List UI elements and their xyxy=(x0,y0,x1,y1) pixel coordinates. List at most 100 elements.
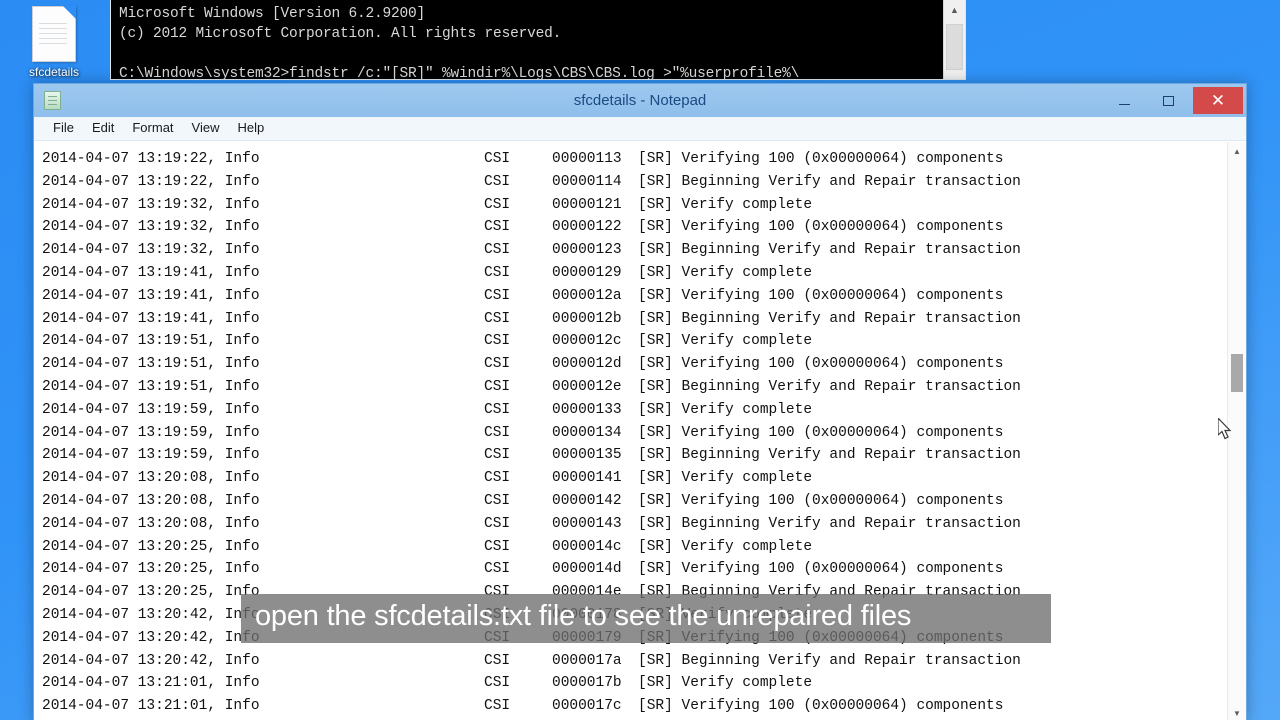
scroll-up-icon[interactable]: ▲ xyxy=(1228,142,1246,161)
log-message: [SR] Verifying 100 (0x00000064) componen… xyxy=(638,356,1004,373)
window-controls: ✕ xyxy=(1102,84,1246,117)
log-id: 0000014c xyxy=(552,538,622,555)
log-line: 2014-04-07 13:19:59, Info CSI 00000134 [SR]… xyxy=(42,422,1227,445)
log-message: [SR] Verifying 100 (0x00000064) componen… xyxy=(638,219,1004,236)
log-source: CSI xyxy=(484,652,511,669)
log-id: 0000012d xyxy=(552,356,622,373)
desktop-background: sfcdetails Microsoft Windows [Version 6.… xyxy=(0,0,1280,720)
log-timestamp: 2014-04-07 13:19:41, Info xyxy=(42,310,260,327)
log-source: CSI xyxy=(484,173,511,190)
log-id: 00000141 xyxy=(552,470,622,487)
log-source: CSI xyxy=(484,538,511,555)
log-line: 2014-04-07 13:21:01, Info CSI 0000017c [SR]… xyxy=(42,695,1227,718)
log-timestamp: 2014-04-07 13:20:08, Info xyxy=(42,470,260,487)
menu-item-format[interactable]: Format xyxy=(125,118,184,139)
log-message: [SR] Verify complete xyxy=(638,538,813,555)
log-line: 2014-04-07 13:19:41, Info CSI 0000012a [SR]… xyxy=(42,285,1227,308)
log-message: [SR] Beginning Verify and Repair transac… xyxy=(638,242,1021,259)
log-source: CSI xyxy=(484,356,511,373)
log-line: 2014-04-07 13:19:51, Info CSI 0000012e [SR]… xyxy=(42,376,1227,399)
log-timestamp: 2014-04-07 13:19:41, Info xyxy=(42,264,260,281)
log-id: 00000114 xyxy=(552,173,622,190)
minimize-icon xyxy=(1118,103,1130,106)
log-timestamp: 2014-04-07 13:20:08, Info xyxy=(42,515,260,532)
maximize-icon xyxy=(1162,95,1174,106)
log-source: CSI xyxy=(484,424,511,441)
log-source: CSI xyxy=(484,287,511,304)
log-timestamp: 2014-04-07 13:19:59, Info xyxy=(42,447,260,464)
log-message: [SR] Verify complete xyxy=(638,675,813,692)
menu-item-file[interactable]: File xyxy=(46,118,85,139)
log-message: [SR] Verifying 100 (0x00000064) componen… xyxy=(638,492,1004,509)
log-id: 0000017a xyxy=(552,652,622,669)
log-line: 2014-04-07 13:21:01, Info CSI 0000017b [SR]… xyxy=(42,672,1227,695)
window-title: sfcdetails - Notepad xyxy=(573,92,707,109)
log-message: [SR] Verify complete xyxy=(638,196,813,213)
maximize-button[interactable] xyxy=(1146,87,1190,114)
log-message: [SR] Beginning Verify and Repair transac… xyxy=(638,652,1021,669)
log-message: [SR] Verify complete xyxy=(638,264,813,281)
log-message: [SR] Verifying 100 (0x00000064) componen… xyxy=(638,151,1004,167)
log-source: CSI xyxy=(484,310,511,327)
log-timestamp: 2014-04-07 13:19:59, Info xyxy=(42,424,260,441)
log-line: 2014-04-07 13:20:08, Info CSI 00000141 [SR]… xyxy=(42,467,1227,490)
mouse-cursor xyxy=(1217,416,1234,442)
log-source: CSI xyxy=(484,401,511,418)
log-line: 2014-04-07 13:20:08, Info CSI 00000143 [SR]… xyxy=(42,513,1227,536)
log-line: 2014-04-07 13:19:32, Info CSI 00000121 [SR]… xyxy=(42,194,1227,217)
log-line: 2014-04-07 13:19:41, Info CSI 0000012b [SR]… xyxy=(42,308,1227,331)
log-id: 00000134 xyxy=(552,424,622,441)
log-timestamp: 2014-04-07 13:19:51, Info xyxy=(42,333,260,350)
log-timestamp: 2014-04-07 13:19:59, Info xyxy=(42,401,260,418)
log-source: CSI xyxy=(484,242,511,259)
scrollbar-thumb[interactable] xyxy=(1231,354,1243,392)
log-id: 0000012c xyxy=(552,333,622,350)
command-prompt-window[interactable]: Microsoft Windows [Version 6.2.9200] (c)… xyxy=(110,0,966,80)
log-message: [SR] Verify complete xyxy=(638,470,813,487)
log-timestamp: 2014-04-07 13:20:25, Info xyxy=(42,561,260,578)
log-timestamp: 2014-04-07 13:19:51, Info xyxy=(42,356,260,373)
log-line: 2014-04-07 13:20:08, Info CSI 00000142 [SR]… xyxy=(42,490,1227,513)
log-timestamp: 2014-04-07 13:19:32, Info xyxy=(42,219,260,236)
log-id: 0000017c xyxy=(552,698,622,715)
scroll-down-icon[interactable]: ▼ xyxy=(1228,704,1246,720)
log-message: [SR] Verifying 100 (0x00000064) componen… xyxy=(638,561,1004,578)
log-source: CSI xyxy=(484,264,511,281)
log-source: CSI xyxy=(484,698,511,715)
log-message: [SR] Verify complete xyxy=(638,401,813,418)
log-line: 2014-04-07 13:19:22, Info CSI 00000113 [SR]… xyxy=(42,148,1227,171)
command-prompt-console-text: Microsoft Windows [Version 6.2.9200] (c)… xyxy=(119,6,800,80)
log-source: CSI xyxy=(484,219,511,236)
command-prompt-scroll-up-icon[interactable]: ▲ xyxy=(944,0,965,20)
notepad-icon xyxy=(44,91,61,110)
menu-item-view[interactable]: View xyxy=(185,118,231,139)
log-source: CSI xyxy=(484,333,511,350)
log-timestamp: 2014-04-07 13:19:32, Info xyxy=(42,196,260,213)
command-prompt-scroll-thumb[interactable] xyxy=(946,24,963,70)
log-line: 2014-04-07 13:19:41, Info CSI 00000129 [SR]… xyxy=(42,262,1227,285)
log-timestamp: 2014-04-07 13:19:22, Info xyxy=(42,173,260,190)
subtitle-caption: open the sfcdetails.txt file to see the … xyxy=(241,594,1051,643)
desktop-icon-label: sfcdetails xyxy=(28,65,80,79)
log-timestamp: 2014-04-07 13:19:32, Info xyxy=(42,242,260,259)
log-source: CSI xyxy=(484,470,511,487)
log-id: 00000123 xyxy=(552,242,622,259)
minimize-button[interactable] xyxy=(1102,87,1146,114)
log-id: 00000121 xyxy=(552,196,622,213)
log-id: 00000129 xyxy=(552,264,622,281)
log-message: [SR] Verify complete xyxy=(638,333,813,350)
log-message: [SR] Verifying 100 (0x00000064) componen… xyxy=(638,698,1004,715)
menu-item-help[interactable]: Help xyxy=(230,118,275,139)
log-message: [SR] Beginning Verify and Repair transac… xyxy=(638,515,1021,532)
command-prompt-scrollbar[interactable]: ▲ xyxy=(943,0,965,79)
close-button[interactable]: ✕ xyxy=(1193,87,1243,114)
log-id: 0000012a xyxy=(552,287,622,304)
log-line: 2014-04-07 13:19:59, Info CSI 00000133 [SR]… xyxy=(42,399,1227,422)
notepad-menubar: File Edit Format View Help xyxy=(34,117,1246,141)
menu-item-edit[interactable]: Edit xyxy=(85,118,125,139)
desktop-icon-sfcdetails[interactable]: sfcdetails xyxy=(6,2,102,79)
log-line: 2014-04-07 13:19:32, Info CSI 00000122 [SR]… xyxy=(42,216,1227,239)
log-source: CSI xyxy=(484,515,511,532)
log-id: 0000017b xyxy=(552,675,622,692)
notepad-titlebar[interactable]: sfcdetails - Notepad ✕ xyxy=(34,84,1246,117)
